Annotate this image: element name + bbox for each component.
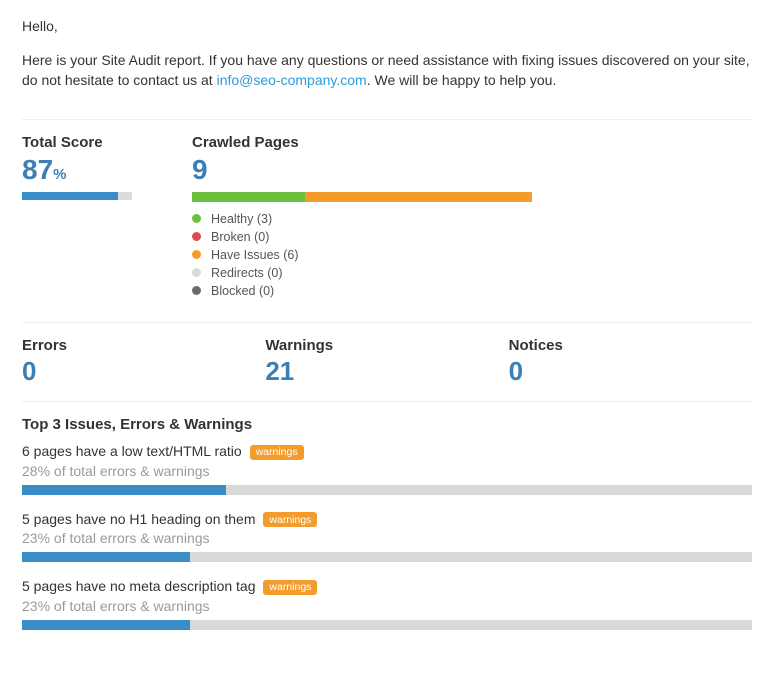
legend-item-redirects: Redirects (0) xyxy=(192,266,752,280)
crawled-pages-bar xyxy=(192,192,532,202)
legend-item-healthy: Healthy (3) xyxy=(192,212,752,226)
dot-icon xyxy=(192,214,201,223)
intro-after: . We will be happy to help you. xyxy=(367,72,557,88)
crawl-seg-healthy xyxy=(192,192,305,202)
issue-item: 5 pages have no meta description tag war… xyxy=(22,578,752,630)
errors-value: 0 xyxy=(22,358,265,385)
intro-text: Here is your Site Audit report. If you h… xyxy=(22,50,752,91)
warnings-label: Warnings xyxy=(265,337,508,354)
warning-badge: warnings xyxy=(250,445,304,460)
contact-email-link[interactable]: info@seo-company.com xyxy=(217,72,367,88)
issue-subtext: 23% of total errors & warnings xyxy=(22,598,752,614)
issue-bar xyxy=(22,552,752,562)
warnings-block: Warnings 21 xyxy=(265,337,508,393)
total-score-unit: % xyxy=(53,166,66,183)
issue-bar-fill xyxy=(22,485,226,495)
divider xyxy=(22,401,752,402)
crawled-pages-block: Crawled Pages 9 Healthy (3) Broken (0) H… xyxy=(192,134,752,302)
total-score-bar-fill xyxy=(22,192,118,200)
notices-block: Notices 0 xyxy=(509,337,752,393)
total-score-label: Total Score xyxy=(22,134,192,151)
errors-block: Errors 0 xyxy=(22,337,265,393)
top-issues-title: Top 3 Issues, Errors & Warnings xyxy=(22,416,752,433)
legend-label: Blocked (0) xyxy=(211,284,274,298)
crawl-seg-issues xyxy=(305,192,532,202)
issue-bar xyxy=(22,620,752,630)
legend-item-blocked: Blocked (0) xyxy=(192,284,752,298)
crawled-pages-value: 9 xyxy=(192,155,752,184)
dot-icon xyxy=(192,232,201,241)
dot-icon xyxy=(192,268,201,277)
warning-badge: warnings xyxy=(263,580,317,595)
errors-label: Errors xyxy=(22,337,265,354)
total-score-value: 87% xyxy=(22,155,192,184)
issue-bar-fill xyxy=(22,552,190,562)
total-score-block: Total Score 87% xyxy=(22,134,192,302)
issue-description: 5 pages have no H1 heading on them xyxy=(22,511,256,527)
notices-label: Notices xyxy=(509,337,752,354)
notices-value: 0 xyxy=(509,358,752,385)
issue-bar xyxy=(22,485,752,495)
divider xyxy=(22,119,752,120)
issue-text: 6 pages have a low text/HTML ratio warni… xyxy=(22,443,752,460)
crawled-legend: Healthy (3) Broken (0) Have Issues (6) R… xyxy=(192,212,752,298)
dot-icon xyxy=(192,250,201,259)
legend-label: Redirects (0) xyxy=(211,266,283,280)
legend-item-broken: Broken (0) xyxy=(192,230,752,244)
crawled-pages-label: Crawled Pages xyxy=(192,134,752,151)
legend-label: Have Issues (6) xyxy=(211,248,299,262)
total-score-bar xyxy=(22,192,132,200)
greeting: Hello, xyxy=(22,18,752,34)
issue-text: 5 pages have no H1 heading on them warni… xyxy=(22,511,752,528)
warning-badge: warnings xyxy=(263,512,317,527)
total-score-number: 87 xyxy=(22,154,53,185)
legend-item-issues: Have Issues (6) xyxy=(192,248,752,262)
legend-label: Broken (0) xyxy=(211,230,269,244)
issue-subtext: 23% of total errors & warnings xyxy=(22,530,752,546)
issue-description: 6 pages have a low text/HTML ratio xyxy=(22,443,242,459)
issue-description: 5 pages have no meta description tag xyxy=(22,578,256,594)
divider xyxy=(22,322,752,323)
issue-text: 5 pages have no meta description tag war… xyxy=(22,578,752,595)
issue-item: 6 pages have a low text/HTML ratio warni… xyxy=(22,443,752,495)
warnings-value: 21 xyxy=(265,358,508,385)
issue-subtext: 28% of total errors & warnings xyxy=(22,463,752,479)
dot-icon xyxy=(192,286,201,295)
issue-item: 5 pages have no H1 heading on them warni… xyxy=(22,511,752,563)
legend-label: Healthy (3) xyxy=(211,212,272,226)
issue-bar-fill xyxy=(22,620,190,630)
